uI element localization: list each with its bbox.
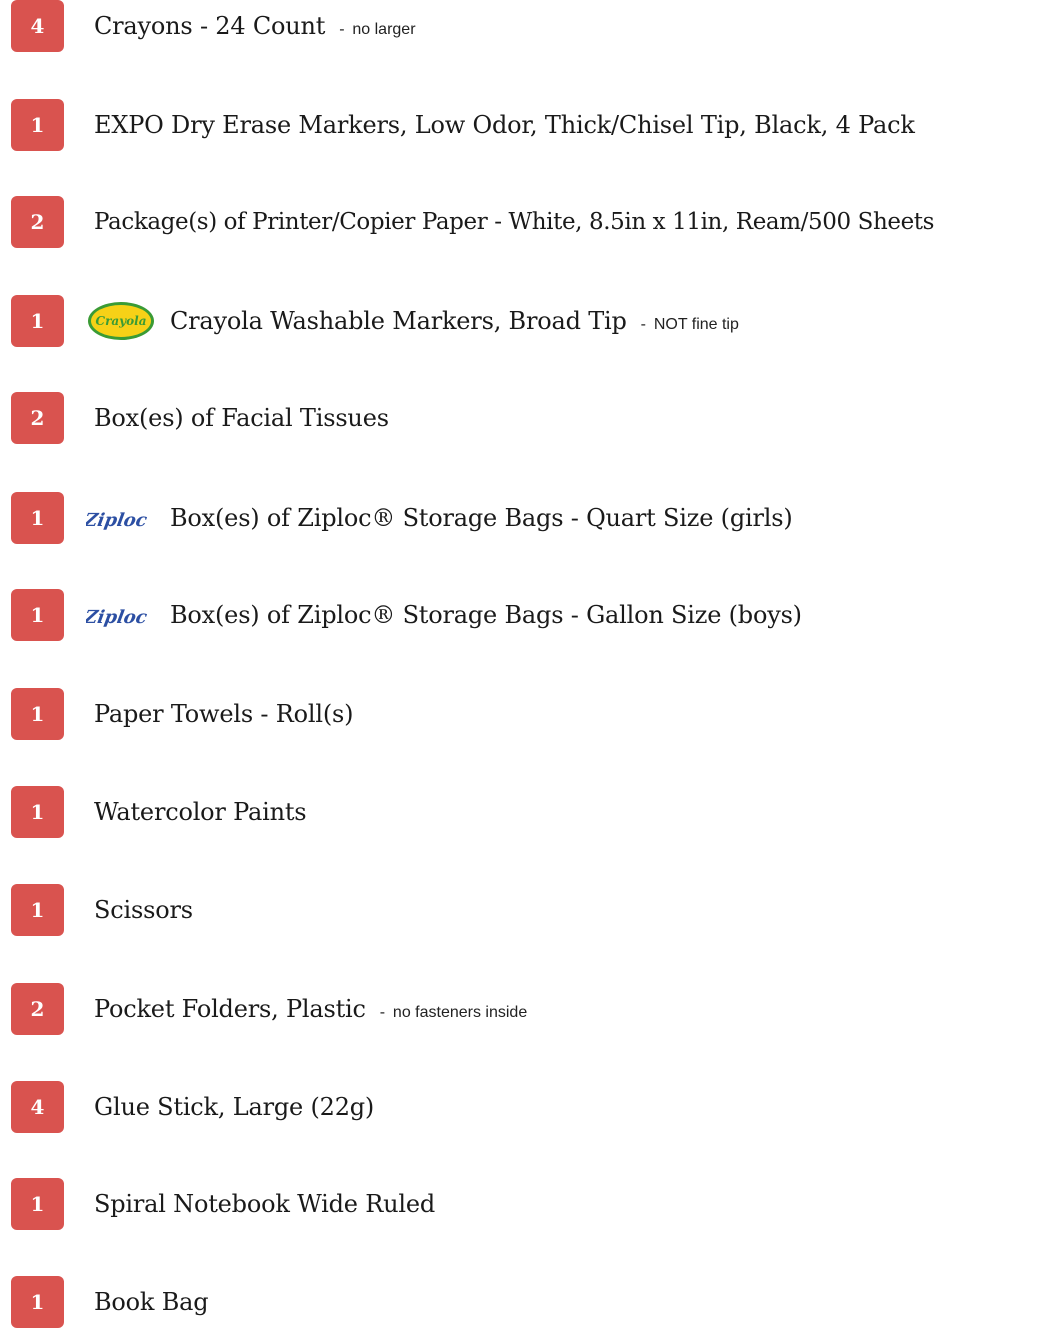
item-name: Box(es) of Ziploc® Storage Bags - Gallon…: [170, 601, 802, 629]
quantity-badge: 1: [11, 786, 64, 838]
list-item: 1 Spiral Notebook Wide Ruled: [0, 1178, 1053, 1230]
item-note: NOT fine tip: [653, 316, 739, 333]
item-name-text: Crayola Washable Markers, Broad Tip: [170, 307, 627, 335]
ziploc-logo-icon: Ziploc: [86, 593, 156, 637]
item-name: Book Bag: [94, 1288, 209, 1316]
quantity-badge: 4: [11, 0, 64, 52]
ziploc-logo-text: Ziploc: [86, 510, 149, 531]
note-separator: -: [379, 1004, 385, 1021]
list-item: 1 Crayola Crayola Washable Markers, Broa…: [0, 295, 1053, 347]
list-item: 2 Pocket Folders, Plastic - no fasteners i…: [0, 983, 1053, 1035]
quantity-badge: 1: [11, 1178, 64, 1230]
quantity-badge: 1: [11, 1276, 64, 1328]
list-item: 1 Ziploc Box(es) of Ziploc® Storage Bags…: [0, 589, 1053, 641]
quantity-badge: 1: [11, 884, 64, 936]
item-name: Glue Stick, Large (22g): [94, 1093, 375, 1121]
list-item: 1 Ziploc Box(es) of Ziploc® Storage Bags…: [0, 492, 1053, 544]
quantity-badge: 1: [11, 99, 64, 151]
quantity-badge: 1: [11, 492, 64, 544]
item-name-text: Crayons - 24 Count: [94, 12, 326, 40]
list-item: 1 Watercolor Paints: [0, 786, 1053, 838]
item-name: Box(es) of Facial Tissues: [94, 404, 389, 432]
quantity-badge: 1: [11, 295, 64, 347]
quantity-badge: 2: [11, 196, 64, 248]
item-name: Spiral Notebook Wide Ruled: [94, 1190, 435, 1218]
list-item: 1 Book Bag: [0, 1276, 1053, 1328]
list-item: 1 EXPO Dry Erase Markers, Low Odor, Thic…: [0, 99, 1053, 151]
note-separator: -: [339, 21, 345, 38]
crayola-logo-icon: Crayola: [86, 299, 156, 343]
item-name: Box(es) of Ziploc® Storage Bags - Quart …: [170, 504, 793, 532]
item-name: Crayola Washable Markers, Broad Tip - NOT …: [170, 307, 739, 335]
item-name: Watercolor Paints: [94, 798, 307, 826]
item-note: no fasteners inside: [392, 1004, 528, 1021]
ziploc-logo-icon: Ziploc: [86, 496, 156, 540]
list-item: 1 Paper Towels - Roll(s): [0, 688, 1053, 740]
list-item: 4 Glue Stick, Large (22g): [0, 1081, 1053, 1133]
item-note: no larger: [352, 21, 416, 38]
item-name: Crayons - 24 Count - no larger: [94, 12, 416, 40]
note-separator: -: [640, 316, 646, 333]
item-name: Pocket Folders, Plastic - no fasteners ins…: [94, 995, 527, 1023]
ziploc-logo-text: Ziploc: [86, 607, 149, 628]
quantity-badge: 2: [11, 983, 64, 1035]
item-name: Scissors: [94, 896, 193, 924]
list-item: 2 Package(s) of Printer/Copier Paper - W…: [0, 196, 1053, 248]
list-item: 2 Box(es) of Facial Tissues: [0, 392, 1053, 444]
list-item: 4 Crayons - 24 Count - no larger: [0, 0, 1053, 52]
item-name: Paper Towels - Roll(s): [94, 700, 354, 728]
item-name-text: Pocket Folders, Plastic: [94, 995, 366, 1023]
quantity-badge: 1: [11, 589, 64, 641]
quantity-badge: 1: [11, 688, 64, 740]
quantity-badge: 2: [11, 392, 64, 444]
crayola-logo-text: Crayola: [96, 314, 147, 328]
item-name: EXPO Dry Erase Markers, Low Odor, Thick/…: [94, 111, 915, 139]
list-item: 1 Scissors: [0, 884, 1053, 936]
quantity-badge: 4: [11, 1081, 64, 1133]
item-name: Package(s) of Printer/Copier Paper - Whi…: [94, 209, 935, 235]
